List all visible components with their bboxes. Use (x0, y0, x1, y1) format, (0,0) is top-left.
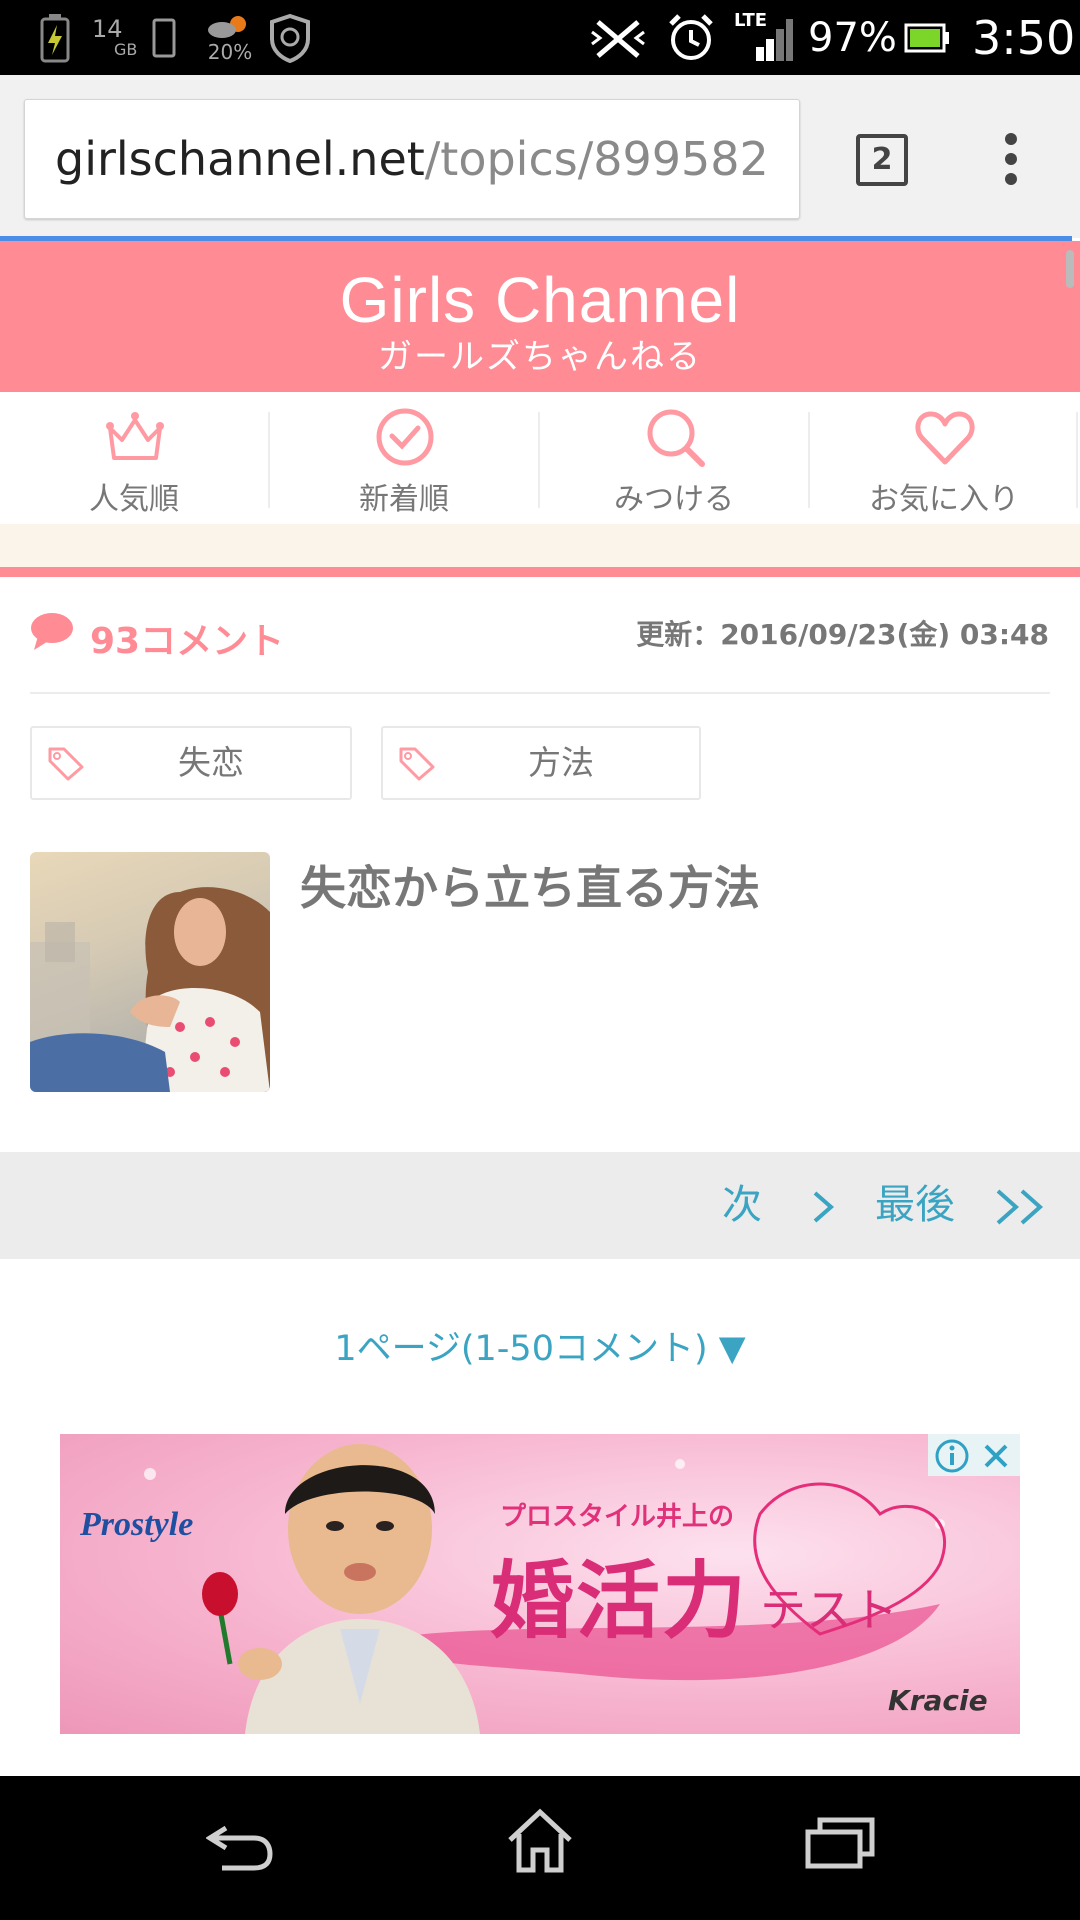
url-text[interactable]: girlschannel.net/topics/899582 (55, 100, 769, 218)
info-icon[interactable] (934, 1438, 970, 1474)
tag-method[interactable]: 方法 (381, 726, 701, 800)
ad-banner[interactable]: Prostyle プロスタイル井上の 婚活力 テスト Kracie (60, 1434, 1020, 1734)
ad-subtitle: プロスタイル井上の (500, 1502, 735, 1532)
divider (30, 692, 1050, 694)
site-logo-subtitle: ガールズちゃんねる (378, 337, 702, 377)
woman-sitting-photo (30, 887, 270, 1092)
url-domain: girlschannel.net (55, 132, 425, 186)
nav-item-favorites[interactable]: お気に入り (810, 392, 1078, 524)
tag-heartbreak[interactable]: 失恋 (30, 726, 352, 800)
ad-sponsor-logo: Kracie (888, 1684, 988, 1717)
lte-signal-icon: LTE (734, 0, 794, 75)
next-label: 次 (722, 1182, 762, 1228)
pagination-bar: 次 最後 (0, 1152, 1080, 1259)
battery-charging-icon (40, 0, 70, 75)
heart-icon (915, 411, 975, 465)
menu-dot-icon (1005, 153, 1017, 165)
clock-icon (376, 408, 434, 466)
ad-choices (928, 1434, 1020, 1476)
nav-spacer (0, 524, 1080, 567)
tag-label: 失恋 (178, 743, 244, 782)
menu-dot-icon (1005, 133, 1017, 145)
page-select-dropdown[interactable]: 1ページ(1-50コメント) ▼ (0, 1320, 1080, 1371)
nav-label-newest: 新着順 (359, 482, 449, 517)
crown-icon (106, 412, 164, 460)
nav-divider (1076, 412, 1078, 508)
network-type: LTE (734, 10, 768, 31)
storage-value: 14 (92, 14, 123, 43)
no-vibration-icon (590, 0, 646, 75)
ad-brand-logo: Prostyle (80, 1506, 194, 1543)
storage-unit: GB (114, 39, 138, 59)
main-nav: 人気順 新着順 みつける お気に入り (0, 392, 1080, 524)
recent-apps-icon[interactable] (804, 1812, 876, 1872)
status-bar: 14 GB 20% LTE 97% 3:50 (0, 0, 1080, 75)
weather-sun-cloud-icon (208, 15, 246, 38)
nav-label-popular: 人気順 (89, 482, 179, 517)
weather-indicator: 20% (206, 0, 254, 75)
tab-switcher-button[interactable]: 2 (856, 134, 908, 186)
nav-item-newest[interactable]: 新着順 (270, 392, 538, 524)
comment-count[interactable]: 93コメント (90, 612, 284, 664)
ad-headline: 婚活力 (490, 1556, 749, 1649)
comment-bubble-icon (31, 613, 73, 650)
scrollbar[interactable] (1066, 250, 1074, 288)
site-header[interactable]: Girls Channel ガールズちゃんねる (0, 241, 1080, 392)
nav-item-find[interactable]: みつける (540, 392, 808, 524)
back-icon[interactable] (206, 1814, 276, 1874)
home-icon[interactable] (505, 1806, 575, 1876)
browser-toolbar: girlschannel.net/topics/899582 2 (0, 75, 1080, 238)
chevron-right-icon (813, 1191, 834, 1223)
battery-icon (904, 0, 950, 75)
last-page-link[interactable]: 最後 (875, 1152, 1048, 1259)
nav-label-favorites: お気に入り (869, 482, 1019, 517)
phone-icon (152, 0, 176, 75)
weather-percent: 20% (207, 39, 253, 64)
close-icon[interactable] (980, 1440, 1012, 1472)
topic-thumbnail (30, 852, 270, 1092)
ad-headline-suffix: テスト (760, 1585, 898, 1636)
clock-time: 3:50 (972, 10, 1076, 65)
overflow-menu-button[interactable] (1000, 133, 1022, 189)
next-page-link[interactable]: 次 (722, 1152, 835, 1259)
nav-item-popular[interactable]: 人気順 (0, 392, 268, 524)
double-chevron-right-icon (996, 1189, 1043, 1225)
search-icon (647, 409, 705, 467)
battery-percent: 97% (808, 14, 897, 61)
site-logo[interactable]: Girls Channel (0, 263, 1080, 337)
tag-label: 方法 (528, 743, 594, 782)
accent-divider (0, 567, 1080, 577)
menu-dot-icon (1005, 173, 1017, 185)
topic-title: 失恋から立ち直る方法 (300, 861, 760, 915)
alarm-icon (666, 0, 716, 75)
last-label: 最後 (875, 1182, 955, 1228)
storage-indicator: 14 GB (92, 0, 137, 75)
url-bar[interactable]: girlschannel.net/topics/899582 (24, 99, 800, 219)
updated-timestamp: 更新：2016/09/23(金) 03:48 (636, 618, 1049, 651)
url-path: /topics/899582 (424, 132, 769, 186)
shield-icon (268, 0, 312, 75)
system-navigation-bar (0, 1776, 1080, 1920)
nav-label-find: みつける (614, 482, 734, 517)
